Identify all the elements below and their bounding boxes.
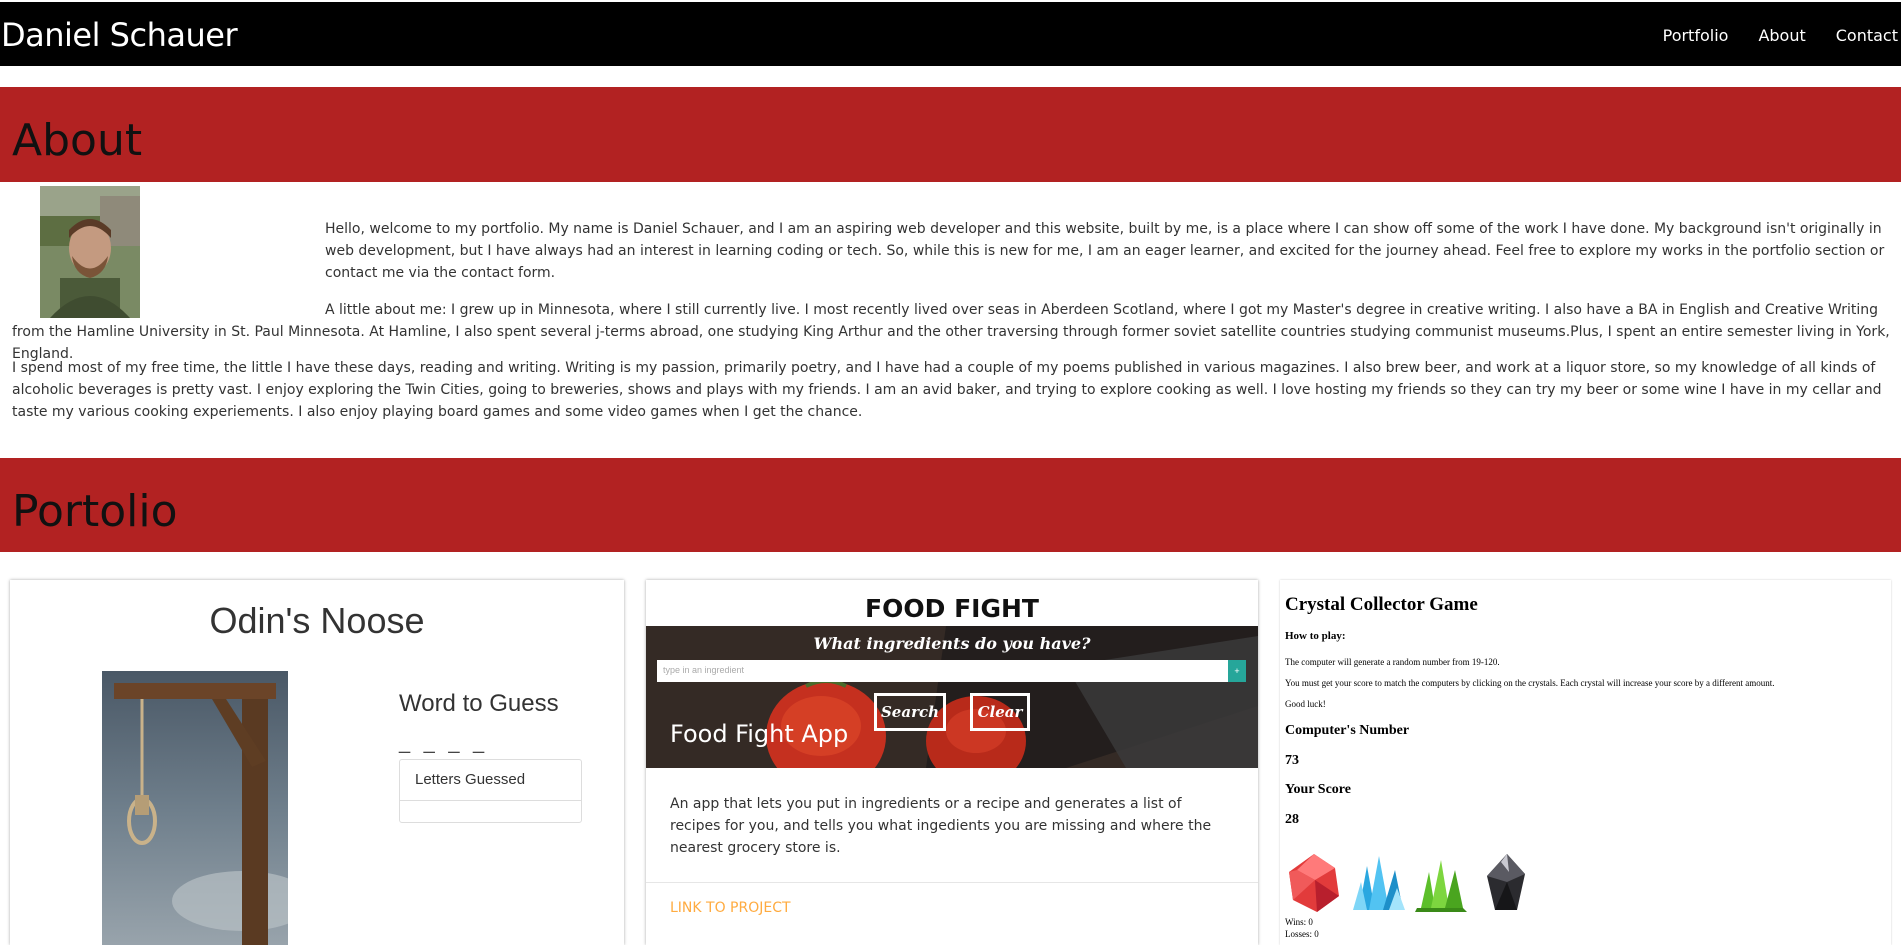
- navbar: Daniel Schauer Portfolio About Contact: [0, 2, 1901, 66]
- word-to-guess-heading: Word to Guess: [399, 690, 559, 717]
- clear-button[interactable]: Clear: [970, 693, 1030, 731]
- instruction-line: You must get your score to match the com…: [1285, 678, 1775, 688]
- about-banner: About: [0, 87, 1901, 182]
- card-divider: [646, 882, 1258, 883]
- blue-crystal-icon[interactable]: [1349, 852, 1407, 914]
- food-fight-logo: FOOD FIGHT: [865, 594, 1039, 623]
- brand-logo[interactable]: Daniel Schauer: [1, 16, 238, 54]
- letters-guessed-panel: Letters Guessed: [399, 759, 582, 823]
- nav-links: Portfolio About Contact: [1663, 26, 1898, 45]
- computer-number-value: 73: [1285, 753, 1299, 768]
- about-paragraph-2: A little about me: I grew up in Minnesot…: [12, 302, 1890, 362]
- search-button[interactable]: Search: [874, 693, 946, 731]
- nav-link-contact[interactable]: Contact: [1836, 26, 1898, 45]
- ingredient-input[interactable]: type in an ingredient: [657, 660, 1228, 682]
- nav-link-portfolio[interactable]: Portfolio: [1663, 26, 1729, 45]
- project-card-crystal-collector[interactable]: Crystal Collector Game How to play: The …: [1280, 580, 1891, 945]
- about-heading: About: [12, 115, 143, 166]
- about-paragraph-3: I spend most of my free time, the little…: [12, 360, 1882, 420]
- food-fight-hero-image: What ingredients do you have? type in an…: [646, 626, 1258, 768]
- black-crystal-icon[interactable]: [1477, 852, 1535, 914]
- food-card-title: Food Fight App: [670, 720, 849, 748]
- letters-guessed-label: Letters Guessed: [400, 760, 581, 801]
- link-to-project[interactable]: LINK TO PROJECT: [670, 900, 791, 916]
- wins-count: Wins: 0: [1285, 917, 1313, 927]
- your-score-label: Your Score: [1285, 782, 1351, 797]
- project-card-food-fight[interactable]: FOOD FIGHT What ingredients do you have?…: [646, 580, 1258, 945]
- losses-count: Losses: 0: [1285, 929, 1319, 939]
- red-crystal-icon[interactable]: [1285, 852, 1343, 914]
- food-description: An app that lets you put in ingredients …: [670, 796, 1212, 856]
- green-crystal-icon[interactable]: [1413, 852, 1471, 914]
- portfolio-heading: Portolio: [12, 486, 178, 537]
- word-blanks: _ _ _ _: [399, 732, 489, 754]
- instruction-line: Good luck!: [1285, 699, 1326, 709]
- computer-number-label: Computer's Number: [1285, 723, 1410, 738]
- gallows-image: [102, 671, 312, 945]
- crystals-row: [1285, 852, 1535, 914]
- food-question: What ingredients do you have?: [813, 634, 1091, 653]
- portfolio-banner: Portolio: [0, 458, 1901, 552]
- instruction-line: The computer will generate a random numb…: [1285, 657, 1500, 667]
- nav-link-about[interactable]: About: [1758, 26, 1805, 45]
- odin-title: Odin's Noose: [209, 600, 425, 641]
- crystal-title: Crystal Collector Game: [1285, 594, 1478, 615]
- add-ingredient-button[interactable]: +: [1228, 660, 1246, 682]
- about-paragraph-1: Hello, welcome to my portfolio. My name …: [325, 221, 1885, 281]
- how-to-play-label: How to play:: [1285, 630, 1346, 642]
- project-card-odins-noose[interactable]: Odin's Noose Word to Guess _ _ _ _ Lette…: [10, 580, 624, 945]
- your-score-value: 28: [1285, 812, 1299, 827]
